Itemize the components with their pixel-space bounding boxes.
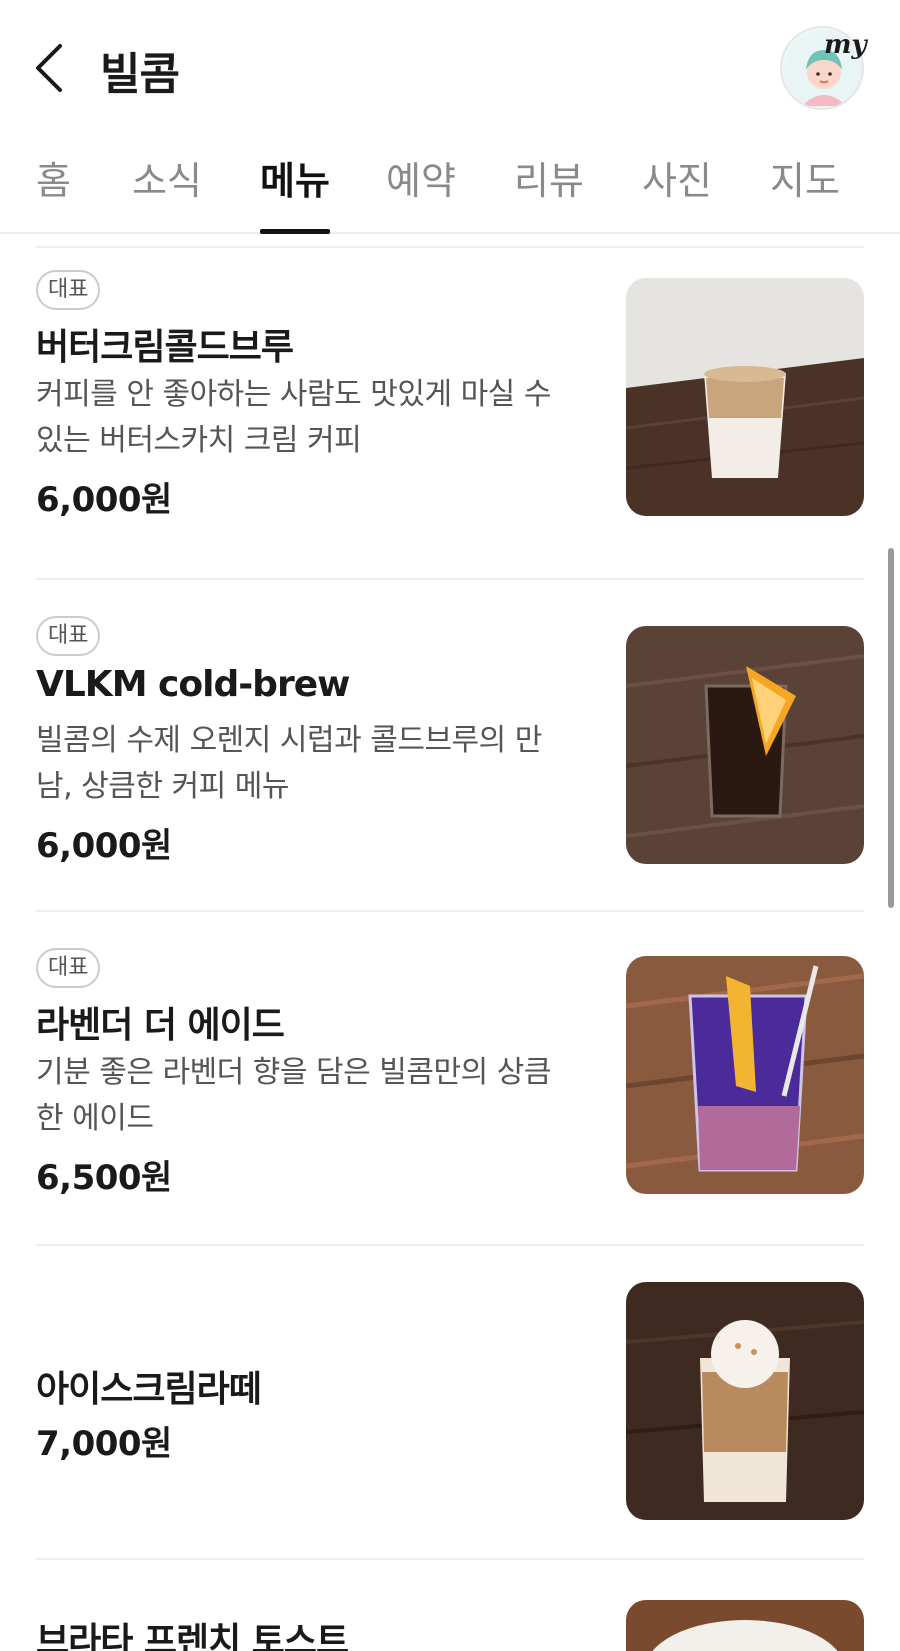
divider	[36, 910, 864, 912]
tab-bar: 홈 소식 메뉴 예약 리뷰 사진 지도	[0, 130, 900, 234]
tab-map[interactable]: 지도	[770, 150, 840, 234]
divider	[36, 578, 864, 580]
signature-badge: 대표	[36, 270, 101, 310]
divider	[36, 1244, 864, 1246]
signature-badge: 대표	[36, 948, 101, 988]
active-tab-indicator	[260, 229, 330, 234]
my-profile-button[interactable]: my	[780, 26, 867, 110]
menu-item-burrata-french-toast[interactable]: 브라타 프렌치 토스트	[0, 1590, 900, 1651]
menu-item-photo[interactable]	[626, 1282, 864, 1520]
tab-menu[interactable]: 메뉴	[260, 150, 330, 234]
menu-item-name: 브라타 프렌치 토스트	[36, 1621, 349, 1651]
back-arrow-icon[interactable]	[30, 40, 70, 96]
menu-item-name: 버터크림콜드브루	[36, 327, 294, 368]
menu-item-name: 라벤더 더 에이드	[36, 1005, 285, 1046]
tab-news[interactable]: 소식	[132, 150, 202, 234]
menu-item-description: 커피를 안 좋아하는 사람도 맛있게 마실 수 있는 버터스카치 크림 커피	[36, 377, 551, 458]
menu-item-photo[interactable]	[626, 278, 864, 516]
menu-item-name: VLKM cold-brew	[36, 664, 350, 705]
menu-item-photo[interactable]	[626, 1600, 864, 1651]
divider	[36, 246, 864, 248]
menu-item-photo[interactable]	[626, 956, 864, 1194]
scrollbar[interactable]	[888, 548, 894, 908]
menu-item-photo[interactable]	[626, 626, 864, 864]
menu-item-price: 6,000원	[36, 826, 172, 866]
menu-item-description: 빌콤의 수제 오렌지 시럽과 콜드브루의 만 남, 상큼한 커피 메뉴	[36, 723, 542, 804]
signature-badge: 대표	[36, 616, 101, 656]
tab-home[interactable]: 홈	[36, 150, 71, 234]
my-badge: my	[824, 30, 867, 60]
menu-item-price: 6,000원	[36, 480, 172, 520]
menu-item-name: 아이스크림라떼	[36, 1369, 262, 1410]
page-title: 빌콤	[100, 49, 180, 100]
divider	[36, 1558, 864, 1560]
menu-item-description: 기분 좋은 라벤더 향을 담은 빌콤만의 상큼 한 에이드	[36, 1055, 551, 1136]
menu-item-price: 7,000원	[36, 1424, 172, 1464]
tab-reservation[interactable]: 예약	[386, 150, 456, 234]
app-header: 빌콤 my	[0, 0, 900, 130]
menu-item-price: 6,500원	[36, 1158, 172, 1198]
tab-photos[interactable]: 사진	[642, 150, 712, 234]
tab-reviews[interactable]: 리뷰	[514, 150, 584, 234]
